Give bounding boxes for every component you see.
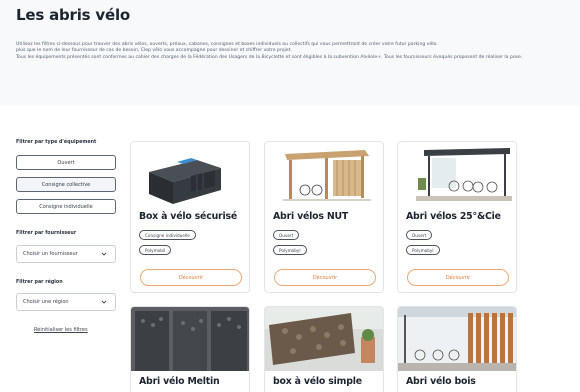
page-title: Les abris vélo bbox=[16, 6, 131, 24]
chevron-down-icon bbox=[101, 300, 107, 304]
filter-region-title: Filtrer par région bbox=[16, 280, 63, 285]
product-card[interactable]: box à vélo simple bbox=[264, 306, 384, 392]
tag-badge: Consigne individuelle bbox=[139, 230, 196, 240]
discover-button[interactable]: Découvrir bbox=[140, 269, 242, 286]
intro-text: Utilisez les filtres ci-dessous pour tro… bbox=[16, 42, 572, 61]
tag-badge: Polymobil bbox=[139, 245, 172, 255]
product-card[interactable]: Abri vélo Meltin bbox=[130, 306, 250, 392]
region-select-value: Choisir une région bbox=[23, 299, 69, 305]
metal-shelter-image bbox=[131, 307, 249, 371]
intro-line: Tous les équipements présentés sont conf… bbox=[16, 54, 523, 60]
discover-button[interactable]: Découvrir bbox=[407, 269, 509, 286]
product-card[interactable]: Abri vélo bois bbox=[397, 306, 517, 392]
wood-shelter-image bbox=[398, 307, 516, 371]
chevron-down-icon bbox=[101, 252, 107, 256]
region-select[interactable]: Choisir une région bbox=[16, 293, 116, 311]
tag-badge: Polymobyl bbox=[273, 245, 307, 255]
tag-badge: Polymobyl bbox=[406, 245, 440, 255]
card-title: Abri vélos 25°&Cie bbox=[406, 211, 501, 222]
card-title: Abri vélo bois bbox=[406, 376, 476, 387]
glass-shelter-image bbox=[398, 142, 516, 206]
card-title: box à vélo simple bbox=[273, 376, 362, 387]
discover-button[interactable]: Découvrir bbox=[274, 269, 376, 286]
product-card[interactable]: Abri vélos NUT Ouvert Polymobyl Découvri… bbox=[264, 141, 384, 293]
card-title: Abri vélo Meltin bbox=[139, 376, 220, 387]
filter-type-consigne-individuelle[interactable]: Consigne individuelle bbox=[16, 199, 116, 214]
bike-box-image bbox=[131, 142, 249, 206]
wooden-shelter-image bbox=[265, 142, 383, 206]
filter-type-title: Filtrer par type d'équipement bbox=[16, 140, 97, 145]
supplier-select[interactable]: Choisir un fournisseur bbox=[16, 245, 116, 263]
filter-type-ouvert[interactable]: Ouvert bbox=[16, 155, 116, 170]
filter-supplier-title: Filtrer par fournisseur bbox=[16, 231, 77, 236]
product-card[interactable]: Abri vélos 25°&Cie Ouvert Polymobyl Déco… bbox=[397, 141, 517, 293]
card-title: Box à vélo sécurisé bbox=[139, 211, 238, 222]
reset-filters-link[interactable]: Réinitialiser les filtres bbox=[34, 327, 88, 333]
product-card[interactable]: Box à vélo sécurisé Consigne individuell… bbox=[130, 141, 250, 293]
tag-badge: Ouvert bbox=[273, 230, 300, 240]
filter-type-consigne-collective[interactable]: Consigne collective bbox=[16, 177, 116, 192]
card-title: Abri vélos NUT bbox=[273, 211, 349, 222]
tag-badge: Ouvert bbox=[406, 230, 433, 240]
simple-box-image bbox=[265, 307, 383, 371]
supplier-select-value: Choisir un fournisseur bbox=[23, 251, 78, 257]
